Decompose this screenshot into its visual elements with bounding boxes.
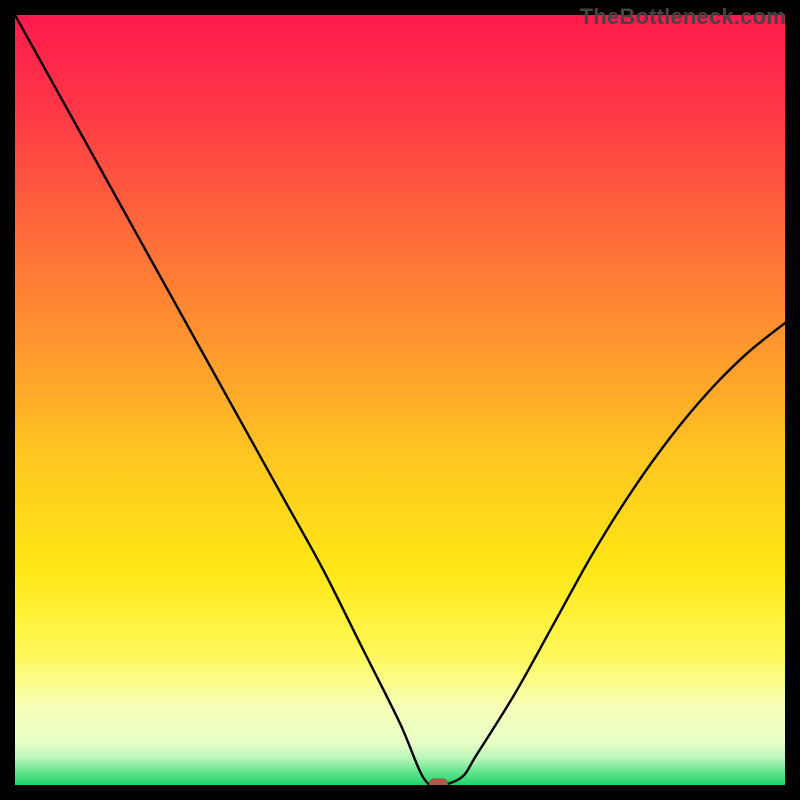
plot-area (15, 15, 785, 785)
chart-frame: TheBottleneck.com (0, 0, 800, 800)
gradient-rect (15, 15, 785, 785)
chart-svg (15, 15, 785, 785)
watermark-label: TheBottleneck.com (580, 4, 786, 30)
optimum-marker (430, 779, 448, 785)
